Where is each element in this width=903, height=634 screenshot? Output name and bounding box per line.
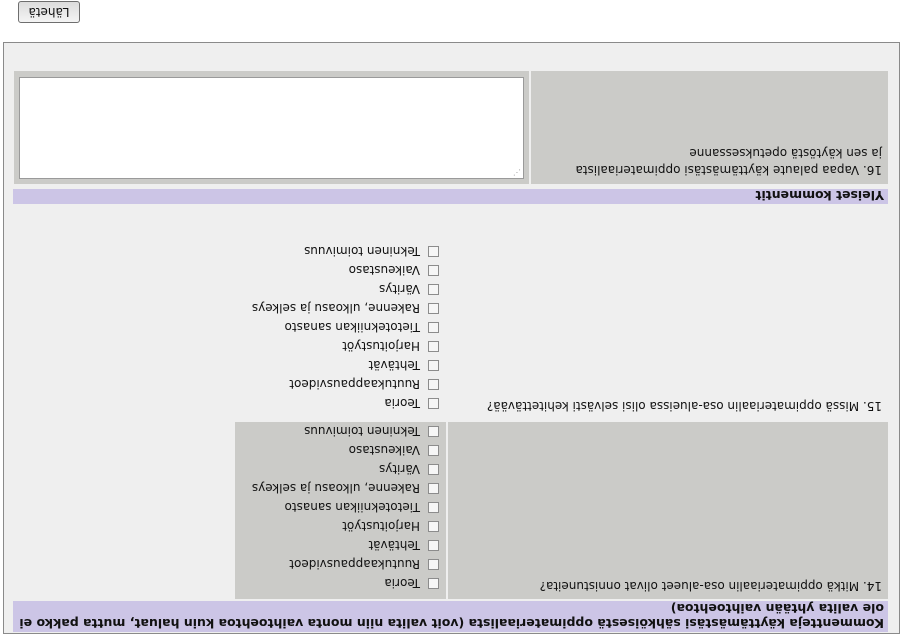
checkbox[interactable] — [428, 521, 439, 532]
q15-option-tehtavat[interactable]: Tehtävät — [369, 357, 439, 374]
q15-option-rakenne[interactable]: Rakenne, ulkoasu ja selkeys — [252, 300, 439, 317]
q16-label-line1: 16. Vapaa palaute käyttämästäsi oppimate… — [575, 163, 882, 177]
q14-option-ruutukaappausvideot[interactable]: Ruutukaappausvideot — [289, 556, 439, 573]
q15-label-cell: 15. Missä oppimateriaalin osa-alueissa o… — [448, 242, 888, 419]
checkbox[interactable] — [428, 246, 439, 257]
checkbox[interactable] — [428, 578, 439, 589]
q14-label-cell: 14. Mitkä oppimateriaalin osa-alueet oli… — [448, 422, 888, 599]
q15-option-ruutukaappausvideot[interactable]: Ruutukaappausvideot — [289, 376, 439, 393]
rotated-page: Kommentteja käyttämästäsi sähköisestä op… — [0, 0, 903, 634]
checkbox[interactable] — [428, 483, 439, 494]
checkbox[interactable] — [428, 303, 439, 314]
q14-option-rakenne[interactable]: Rakenne, ulkoasu ja selkeys — [252, 480, 439, 497]
checkbox[interactable] — [428, 559, 439, 570]
checkbox[interactable] — [428, 540, 439, 551]
section-header-comments: Kommentteja käyttämästäsi sähköisestä op… — [13, 601, 888, 632]
submit-button[interactable]: Lähetä — [18, 1, 80, 23]
q15-options: Teoria Ruutukaappausvideot Tehtävät Harj… — [235, 242, 446, 419]
checkbox[interactable] — [428, 265, 439, 276]
q16-label-cell: 16. Vapaa palaute käyttämästäsi oppimate… — [531, 71, 888, 184]
q15-option-harjoitustyot[interactable]: Harjoitustyöt — [342, 338, 439, 355]
q16-label-line2: ja sen käytöstä opetuksessanne — [689, 146, 882, 160]
q14-option-varitys[interactable]: Väritys — [379, 461, 439, 478]
q16-input-cell: ⋰ — [14, 71, 529, 184]
q15-option-tekninen[interactable]: Tekninen toimivuus — [304, 243, 439, 260]
section-header-general: Yleiset kommentit — [13, 188, 888, 204]
checkbox[interactable] — [428, 464, 439, 475]
q14-option-teoria[interactable]: Teoria — [384, 575, 439, 592]
q14-option-tekninen[interactable]: Tekninen toimivuus — [304, 423, 439, 440]
checkbox[interactable] — [428, 445, 439, 456]
q15-option-vaikeustaso[interactable]: Vaikeustaso — [349, 262, 439, 279]
q14-option-sanasto[interactable]: Tietotekniikan sanasto — [285, 499, 439, 516]
checkbox[interactable] — [428, 341, 439, 352]
q14-options: Teoria Ruutukaappausvideot Tehtävät Harj… — [235, 422, 446, 599]
q15-option-sanasto[interactable]: Tietotekniikan sanasto — [285, 319, 439, 336]
q15-label: 15. Missä oppimateriaalin osa-alueissa o… — [486, 399, 882, 413]
survey-form: Kommentteja käyttämästäsi sähköisestä op… — [3, 42, 900, 634]
q14-option-harjoitustyot[interactable]: Harjoitustyöt — [342, 518, 439, 535]
resize-grip-icon[interactable]: ⋰ — [513, 168, 521, 177]
q14-option-tehtavat[interactable]: Tehtävät — [369, 537, 439, 554]
checkbox[interactable] — [428, 284, 439, 295]
checkbox[interactable] — [428, 426, 439, 437]
q14-option-vaikeustaso[interactable]: Vaikeustaso — [349, 442, 439, 459]
checkbox[interactable] — [428, 322, 439, 333]
q15-option-teoria[interactable]: Teoria — [384, 395, 439, 412]
checkbox[interactable] — [428, 398, 439, 409]
checkbox[interactable] — [428, 360, 439, 371]
q14-label: 14. Mitkä oppimateriaalin osa-alueet oli… — [539, 579, 882, 593]
q15-option-varitys[interactable]: Väritys — [379, 281, 439, 298]
checkbox[interactable] — [428, 502, 439, 513]
q16-feedback-textarea[interactable]: ⋰ — [19, 77, 524, 179]
checkbox[interactable] — [428, 379, 439, 390]
